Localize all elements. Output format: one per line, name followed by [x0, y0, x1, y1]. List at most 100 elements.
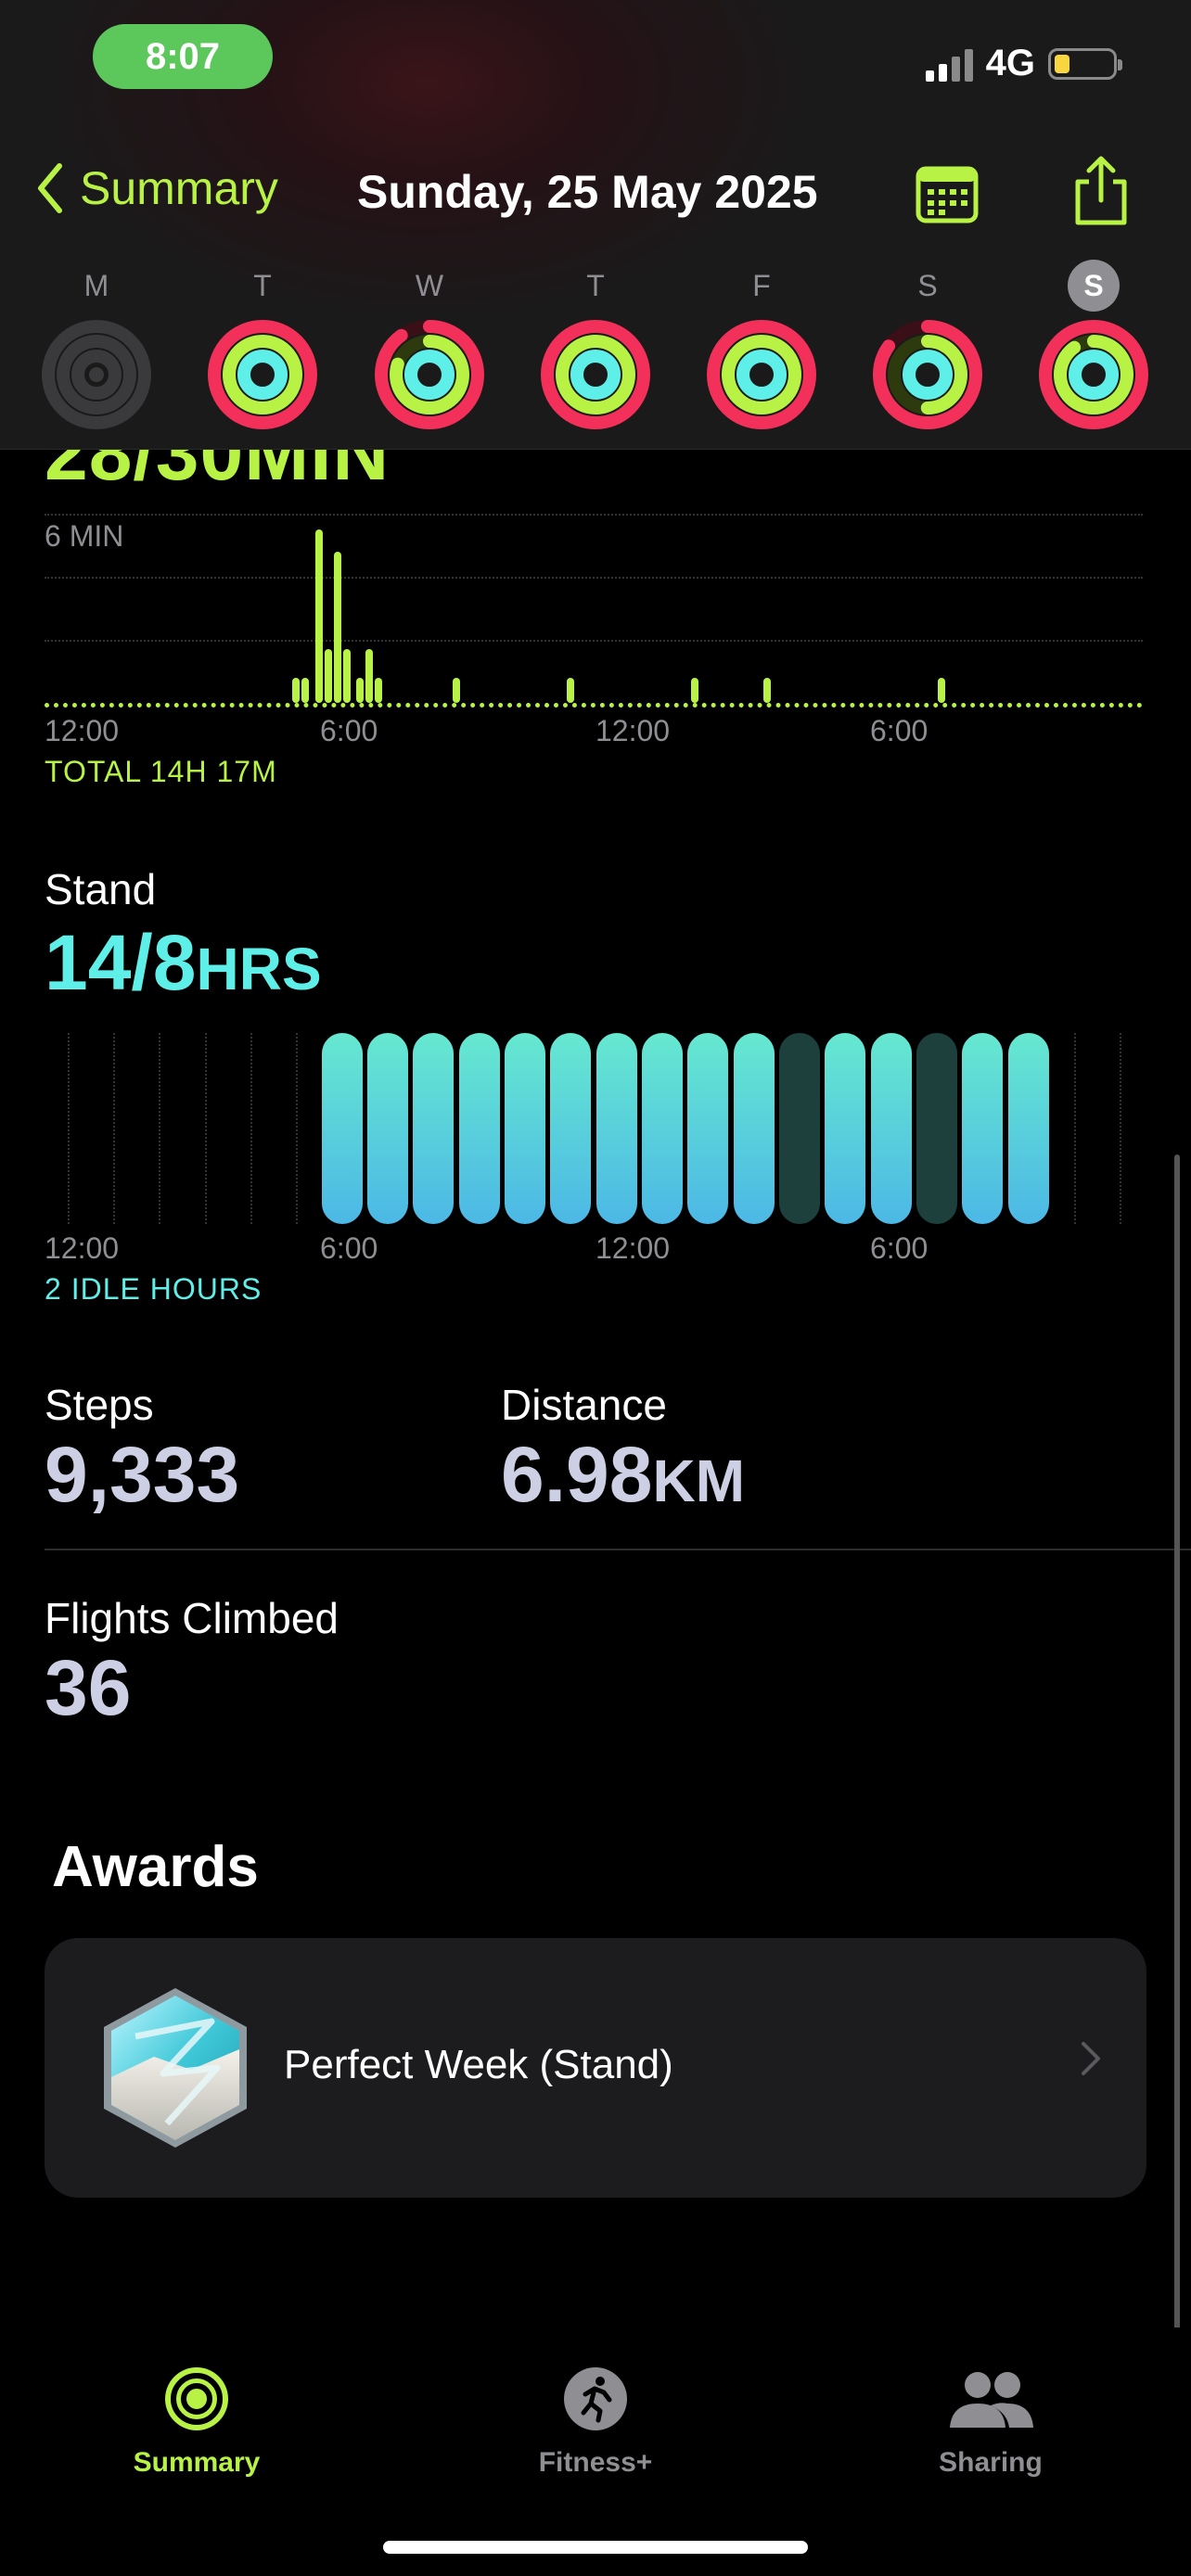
- distance-number: 6.98: [501, 1431, 653, 1518]
- stand-hour-bar: [642, 1033, 683, 1224]
- stand-empty-hour: [1074, 1033, 1076, 1224]
- stand-hour-bar: [916, 1033, 957, 1224]
- stand-empty-hour: [67, 1033, 70, 1224]
- activity-rings-icon: [873, 320, 982, 429]
- header-divider: [0, 449, 1191, 450]
- exercise-x-tick: 6:00: [870, 714, 928, 747]
- week-selector: MTWTFSS: [0, 260, 1191, 445]
- perfect-week-stand-badge-icon: [104, 1988, 247, 2148]
- tab-fitness-plus[interactable]: Fitness+: [484, 2365, 707, 2479]
- stand-hour-bar: [550, 1033, 592, 1224]
- stand-hour-bar: [825, 1033, 866, 1224]
- metrics-divider: [45, 1549, 1191, 1550]
- week-day-letter: M: [83, 269, 109, 302]
- stand-value-number: 14/8: [45, 919, 197, 1006]
- exercise-x-tick: 6:00: [320, 714, 378, 747]
- stand-hour-bar: [458, 1033, 500, 1224]
- home-indicator[interactable]: [383, 2541, 808, 2554]
- stand-x-tick: 12:00: [596, 1231, 671, 1265]
- week-day-letter: W: [415, 269, 444, 302]
- exercise-bar: [375, 677, 383, 703]
- stand-hour-bar: [596, 1033, 637, 1224]
- tab-sharing[interactable]: Sharing: [879, 2365, 1102, 2479]
- week-day[interactable]: S: [1033, 260, 1154, 432]
- status-time[interactable]: 8:07: [93, 24, 273, 89]
- stand-title: Stand: [45, 865, 157, 913]
- exercise-x-tick: 12:00: [596, 714, 671, 747]
- week-day[interactable]: M: [36, 260, 157, 432]
- stand-empty-hour: [296, 1033, 299, 1224]
- activity-rings-icon: [541, 320, 650, 429]
- steps-value: 9,333: [45, 1431, 240, 1518]
- awards-heading: Awards: [52, 1835, 259, 1899]
- week-day-letter: S: [1068, 260, 1120, 312]
- tab-fitness-plus-label: Fitness+: [538, 2447, 653, 2478]
- stand-hour-bar: [779, 1033, 820, 1224]
- page-title: Sunday, 25 May 2025: [357, 166, 818, 218]
- exercise-bar: [333, 551, 341, 703]
- activity-rings-icon: [375, 320, 484, 429]
- week-day[interactable]: T: [535, 260, 656, 432]
- week-day[interactable]: W: [369, 260, 490, 432]
- activity-rings-icon: [1039, 320, 1148, 429]
- week-day-letter: S: [917, 269, 938, 302]
- back-label: Summary: [80, 162, 278, 214]
- exercise-bar: [315, 529, 323, 703]
- running-figure-icon: [564, 2367, 627, 2430]
- exercise-bar: [937, 677, 945, 703]
- exercise-bar: [690, 677, 698, 703]
- stand-x-tick: 6:00: [320, 1231, 378, 1265]
- navigation-bar: Summary Sunday, 25 May 2025: [0, 148, 1191, 241]
- exercise-bar: [301, 677, 310, 703]
- exercise-bar: [356, 677, 365, 703]
- exercise-y-label: 6 MIN: [45, 519, 124, 553]
- stand-hour-bar: [870, 1033, 912, 1224]
- week-day[interactable]: S: [867, 260, 988, 432]
- chevron-right-icon: [1082, 2042, 1100, 2075]
- tab-summary[interactable]: Summary: [85, 2365, 308, 2479]
- status-indicators: 4G: [925, 43, 1122, 84]
- stand-hour-bar: [367, 1033, 408, 1224]
- flights-value: 36: [45, 1644, 132, 1731]
- exercise-bar: [365, 649, 374, 703]
- stand-idle-hours: 2 IDLE HOURS: [45, 1272, 263, 1306]
- distance-value: 6.98KM: [501, 1430, 745, 1520]
- people-icon: [950, 2372, 1033, 2428]
- tab-summary-label: Summary: [133, 2447, 261, 2478]
- week-day[interactable]: T: [202, 260, 323, 432]
- stand-hour-bar: [321, 1033, 363, 1224]
- stand-hour-bar: [687, 1033, 729, 1224]
- activity-rings-icon: [42, 320, 151, 429]
- stand-hour-bar: [1007, 1033, 1049, 1224]
- stand-hour-bar: [962, 1033, 1004, 1224]
- stand-x-tick: 12:00: [45, 1231, 120, 1265]
- week-day[interactable]: F: [701, 260, 822, 432]
- tab-sharing-label: Sharing: [939, 2447, 1043, 2478]
- gridline: [45, 640, 1143, 642]
- stand-hour-bar: [413, 1033, 455, 1224]
- stand-empty-hour: [204, 1033, 207, 1224]
- network-type: 4G: [985, 43, 1035, 83]
- scroll-indicator[interactable]: [1174, 1154, 1180, 2334]
- stand-empty-hour: [159, 1033, 161, 1224]
- gridline: [45, 577, 1143, 579]
- activity-rings-icon: [208, 320, 317, 429]
- stand-empty-hour: [1120, 1033, 1122, 1224]
- steps-label: Steps: [45, 1381, 154, 1429]
- share-button[interactable]: [1069, 154, 1133, 228]
- calendar-icon: [916, 166, 979, 223]
- back-button[interactable]: Summary: [35, 161, 278, 215]
- exercise-total: TOTAL 14H 17M: [45, 755, 277, 788]
- award-name: Perfect Week (Stand): [284, 2042, 673, 2087]
- calendar-button[interactable]: [915, 161, 980, 226]
- stand-empty-hour: [250, 1033, 252, 1224]
- exercise-bar: [567, 677, 575, 703]
- exercise-chart: 6 MIN: [45, 501, 1143, 723]
- signal-icon: [925, 46, 973, 82]
- exercise-bar: [453, 677, 460, 703]
- distance-unit: KM: [652, 1447, 746, 1514]
- week-day-letter: F: [752, 269, 771, 302]
- award-card[interactable]: Perfect Week (Stand): [45, 1938, 1146, 2198]
- stand-unit: HRS: [196, 936, 322, 1002]
- stand-value: 14/8HRS: [45, 918, 322, 1008]
